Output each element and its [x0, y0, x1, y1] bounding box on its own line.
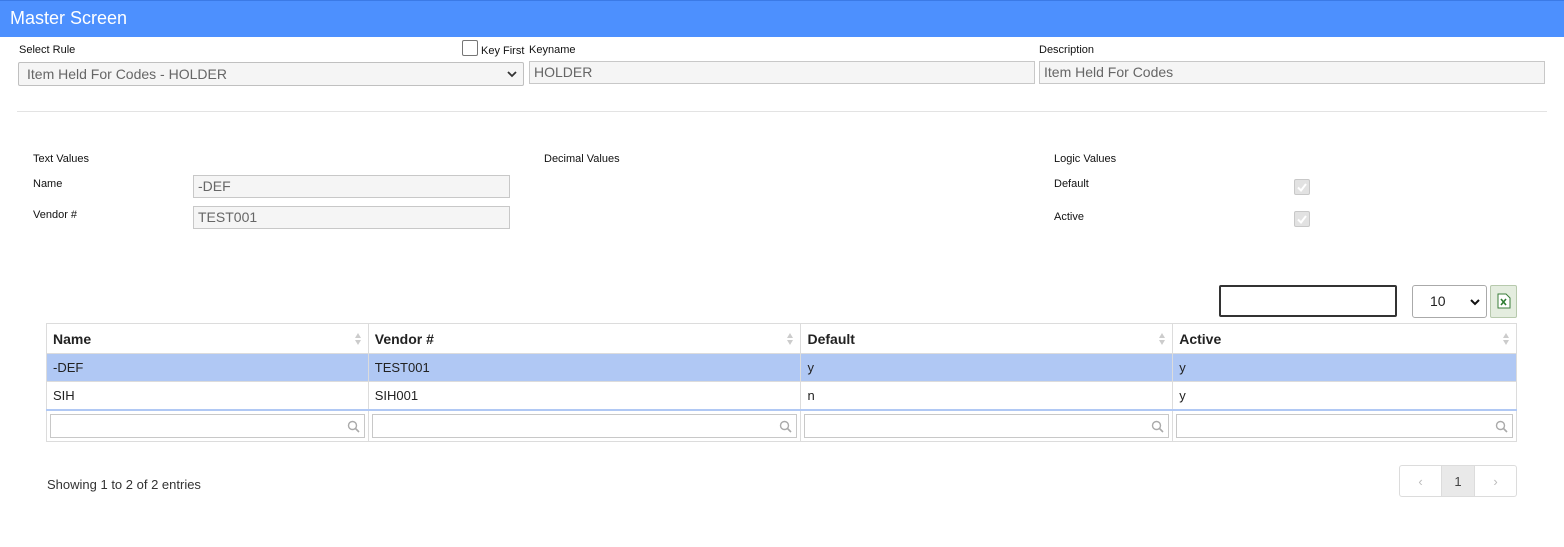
filter-input-name[interactable] [50, 413, 365, 438]
description-label: Description [1039, 44, 1095, 56]
active-checkbox[interactable] [1294, 211, 1310, 227]
select-rule-label: Select Rule [19, 44, 76, 56]
grid-search-input[interactable] [1219, 285, 1397, 317]
page-length-value: 10 [1430, 293, 1446, 309]
sort-icon [354, 333, 361, 345]
text-values-heading: Text Values [33, 153, 90, 165]
search-icon [1495, 420, 1508, 433]
column-header-name[interactable]: Name [46, 323, 369, 354]
vendor-label: Vendor # [33, 209, 78, 221]
name-field[interactable]: -DEF [193, 175, 510, 198]
filter-input-default[interactable] [804, 413, 1170, 438]
pagination-page-1[interactable]: 1 [1442, 466, 1475, 496]
table-info: Showing 1 to 2 of 2 entries [47, 477, 201, 492]
table-row[interactable]: SIH SIH001 n y [46, 381, 1517, 410]
filter-input-vendor[interactable] [371, 413, 798, 438]
default-label: Default [1054, 178, 1089, 190]
excel-icon [1497, 293, 1511, 309]
filter-input-active[interactable] [1176, 413, 1513, 438]
table-cell: y [1172, 353, 1517, 382]
pagination: ‹ 1 › [1399, 465, 1517, 497]
table-cell: n [800, 381, 1174, 410]
filter-row [46, 408, 1517, 442]
table-cell: y [1172, 381, 1517, 410]
title-bar: Master Screen [0, 0, 1564, 37]
keyname-label: Keyname [529, 44, 576, 56]
keyname-field[interactable]: HOLDER [529, 61, 1035, 84]
select-rule-value: Item Held For Codes - HOLDER [27, 66, 227, 82]
pagination-prev-button[interactable]: ‹ [1400, 466, 1442, 496]
checkmark-icon [1297, 183, 1307, 193]
default-checkbox[interactable] [1294, 179, 1310, 195]
chevron-down-icon [507, 71, 517, 78]
table-cell: -DEF [46, 353, 369, 382]
page-length-select[interactable]: 10 [1412, 285, 1487, 318]
logic-values-heading: Logic Values [1054, 153, 1117, 165]
search-icon [1152, 420, 1164, 433]
sort-icon [1503, 333, 1509, 345]
table-cell: y [800, 353, 1174, 382]
table-cell: SIH001 [367, 381, 802, 410]
data-table: Name Vendor # Default Active -DEF TEST00… [46, 323, 1517, 442]
export-excel-button[interactable] [1490, 285, 1517, 318]
table-cell: SIH [46, 381, 369, 410]
description-field[interactable]: Item Held For Codes [1039, 61, 1545, 84]
decimal-values-heading: Decimal Values [544, 153, 620, 165]
search-icon [780, 420, 793, 433]
page-title: Master Screen [10, 8, 128, 28]
table-row[interactable]: -DEF TEST001 y y [46, 353, 1517, 382]
pagination-next-button[interactable]: › [1475, 466, 1516, 496]
key-first-checkbox[interactable] [462, 40, 478, 56]
select-rule-dropdown[interactable]: Item Held For Codes - HOLDER [18, 62, 524, 86]
column-header-default[interactable]: Default [800, 323, 1174, 354]
column-header-active[interactable]: Active [1172, 323, 1517, 354]
chevron-down-icon [1470, 299, 1480, 306]
name-label: Name [33, 178, 63, 190]
table-cell: TEST001 [367, 353, 802, 382]
vendor-field[interactable]: TEST001 [193, 206, 510, 229]
column-header-vendor[interactable]: Vendor # [367, 323, 802, 354]
checkmark-icon [1297, 215, 1307, 225]
sort-icon [787, 333, 794, 345]
key-first-label: Key First [481, 45, 525, 57]
search-icon [347, 420, 360, 433]
sort-icon [1159, 333, 1166, 345]
divider [17, 111, 1547, 112]
active-label: Active [1054, 211, 1084, 223]
